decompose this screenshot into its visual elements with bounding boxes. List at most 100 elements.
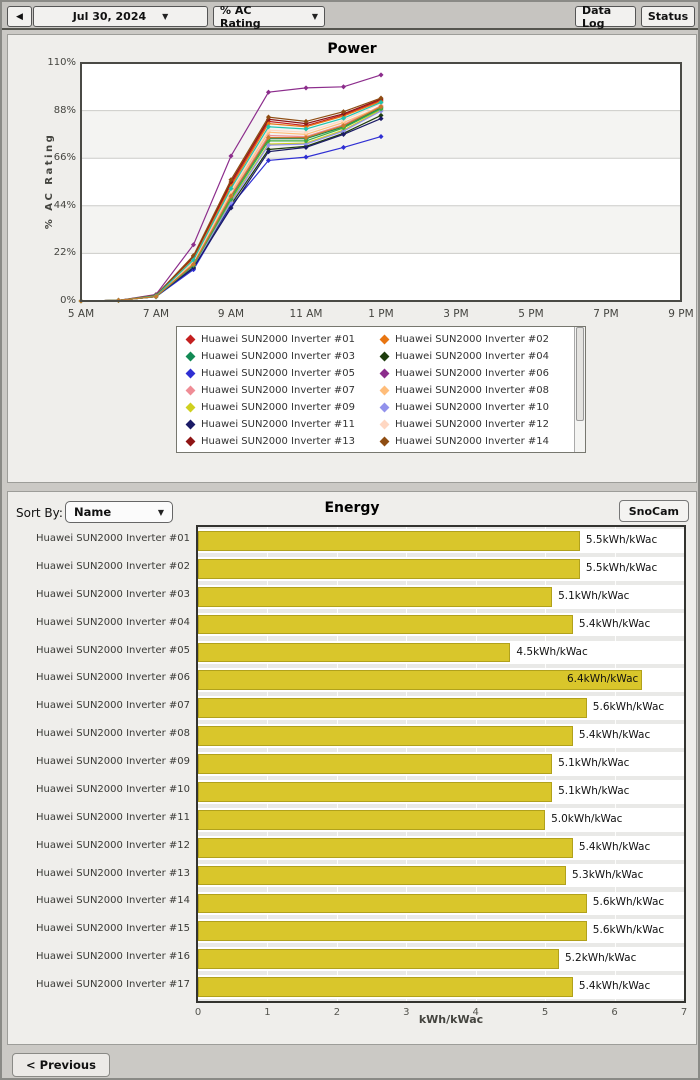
bar-value-label: 5.1kWh/kWac (558, 757, 630, 769)
bar-value-label: 5.5kWh/kWac (585, 533, 658, 546)
legend-label: Huawei SUN2000 Inverter #08 (395, 385, 549, 396)
toolbar: ◀ Jul 30, 2024 ▼ % AC Rating ▼ Data Log … (2, 2, 698, 30)
legend-grid: Huawei SUN2000 Inverter #01 Huawei SUN200… (183, 331, 571, 450)
energy-bar[interactable] (198, 893, 587, 914)
energy-bar[interactable] (198, 558, 580, 579)
legend-item[interactable]: Huawei SUN2000 Inverter #03 (183, 348, 377, 365)
prev-day-button[interactable]: ◀ (7, 6, 32, 27)
power-panel: Power % AC Rating 0% 22% 44% 66% 88% 110% 5 A… (7, 34, 697, 483)
x-tick-label: 7 PM (593, 308, 618, 320)
legend-item[interactable]: Huawei SUN2000 Inverter #05 (183, 365, 377, 382)
date-dropdown[interactable]: Jul 30, 2024 ▼ (33, 6, 208, 27)
legend-label: Huawei SUN2000 Inverter #11 (201, 419, 355, 430)
inverter-row-label: Huawei SUN2000 Inverter #04 (36, 616, 190, 628)
legend-item[interactable]: Huawei SUN2000 Inverter #13 (183, 433, 377, 450)
power-chart-title: Power (327, 41, 377, 57)
bar-value-label: 5.4kWh/kWac (578, 617, 651, 630)
legend-scrollbar[interactable] (574, 327, 585, 452)
energy-chart-title: Energy (324, 500, 380, 516)
inverter-row-label: Huawei SUN2000 Inverter #03 (36, 588, 190, 600)
legend-label: Huawei SUN2000 Inverter #13 (201, 436, 355, 447)
energy-bar[interactable] (198, 921, 587, 942)
snocam-button[interactable]: SnoCam (618, 500, 689, 522)
energy-bar[interactable] (198, 586, 553, 607)
previous-button[interactable]: < Previous (12, 1053, 110, 1077)
x-tick-label: 7 AM (143, 308, 169, 320)
inverter-row-label: Huawei SUN2000 Inverter #13 (36, 867, 190, 879)
inverter-row-label: Huawei SUN2000 Inverter #01 (36, 532, 190, 544)
energy-bar[interactable] (198, 531, 580, 551)
legend-label: Huawei SUN2000 Inverter #02 (395, 334, 549, 345)
legend-item[interactable]: Huawei SUN2000 Inverter #06 (377, 365, 571, 382)
energy-bar[interactable] (198, 642, 511, 663)
data-log-button[interactable]: Data Log (575, 4, 636, 30)
legend-label: Huawei SUN2000 Inverter #03 (201, 351, 355, 362)
plot-band (81, 253, 681, 301)
legend-item[interactable]: Huawei SUN2000 Inverter #01 (183, 331, 377, 348)
legend-marker-icon (379, 351, 390, 362)
legend-label: Huawei SUN2000 Inverter #05 (201, 368, 355, 379)
legend-item[interactable]: Huawei SUN2000 Inverter #12 (377, 416, 571, 433)
energy-bar-chart: 5.5kWh/kWac 5.5kWh/kWac 5.1kWh/kWac 5.4kWh/… (196, 525, 686, 1003)
inverter-row-label: Huawei SUN2000 Inverter #15 (36, 923, 190, 935)
metric-label: % AC Rating (220, 3, 261, 30)
x-tick-label: 5 PM (518, 308, 543, 320)
metric-dropdown[interactable]: % AC Rating ▼ (213, 3, 325, 30)
energy-bar[interactable] (198, 949, 559, 970)
inverter-row-label: Huawei SUN2000 Inverter #16 (36, 951, 190, 963)
bar-value-label: 5.4kWh/kWac (578, 980, 651, 993)
legend-item[interactable]: Huawei SUN2000 Inverter #02 (377, 331, 571, 348)
energy-bar[interactable] (198, 865, 566, 886)
energy-bar[interactable] (198, 809, 546, 830)
energy-bar[interactable] (198, 754, 553, 774)
x-tick-label: 3 PM (443, 308, 468, 320)
inverter-row-label: Huawei SUN2000 Inverter #07 (36, 700, 190, 712)
x-tick-label: 6 (611, 1007, 618, 1018)
status-button[interactable]: Status (641, 6, 695, 27)
energy-bar[interactable] (198, 977, 573, 997)
legend-scrollbar-thumb[interactable] (576, 327, 584, 421)
energy-bar[interactable] (198, 726, 573, 747)
energy-bar[interactable] (198, 614, 573, 635)
inverter-row-label: Huawei SUN2000 Inverter #12 (36, 839, 190, 851)
legend-item[interactable]: Huawei SUN2000 Inverter #09 (183, 399, 377, 416)
x-tick-label: 9 PM (668, 308, 693, 320)
bar-value-label: 5.6kWh/kWac (592, 701, 665, 714)
inverter-row-label: Huawei SUN2000 Inverter #10 (36, 783, 190, 795)
x-tick-label: 7 (680, 1007, 688, 1018)
bar-value-label: 5.4kWh/kWac (578, 729, 651, 742)
energy-bar[interactable] (198, 781, 553, 802)
energy-bar[interactable] (198, 698, 587, 719)
legend-item[interactable]: Huawei SUN2000 Inverter #07 (183, 382, 377, 399)
legend-item[interactable]: Huawei SUN2000 Inverter #10 (377, 399, 571, 416)
power-y-axis-label: % AC Rating (44, 132, 55, 230)
bar-value-label: 5.1kWh/kWac (558, 784, 630, 797)
legend-item[interactable]: Huawei SUN2000 Inverter #14 (377, 433, 571, 450)
legend-item[interactable]: Huawei SUN2000 Inverter #04 (377, 348, 571, 365)
legend-label: Huawei SUN2000 Inverter #09 (201, 402, 355, 413)
x-tick-label: 11 AM (290, 308, 323, 320)
bar-value-label: 4.5kWh/kWac (516, 645, 588, 658)
legend-item[interactable]: Huawei SUN2000 Inverter #11 (183, 416, 377, 433)
inverter-row-label: Huawei SUN2000 Inverter #17 (36, 979, 190, 991)
x-tick-label: 1 PM (368, 308, 393, 320)
bar-value-label: 5.2kWh/kWac (565, 952, 637, 965)
legend-marker-icon (185, 368, 196, 379)
bar-value-label: 5.3kWh/kWac (572, 868, 644, 881)
power-line-chart: 5 AM 7 AM 9 AM 11 AM 1 PM 3 PM 5 PM 7 PM 9 PM (68, 62, 694, 320)
bar-value-label: 6.4kWh/kWac (566, 673, 639, 686)
inverter-row-label: Huawei SUN2000 Inverter #14 (36, 895, 190, 907)
legend-marker-icon (379, 402, 390, 413)
legend-label: Huawei SUN2000 Inverter #06 (395, 368, 549, 379)
legend-item[interactable]: Huawei SUN2000 Inverter #08 (377, 382, 571, 399)
legend-marker-icon (379, 334, 390, 345)
inverter-row-label: Huawei SUN2000 Inverter #05 (36, 644, 190, 656)
inverter-row-label: Huawei SUN2000 Inverter #08 (36, 728, 190, 740)
y-tick-label: 22% (53, 247, 76, 259)
energy-bar[interactable] (198, 837, 573, 858)
legend-label: Huawei SUN2000 Inverter #14 (395, 436, 549, 447)
y-tick-label: 110% (47, 57, 76, 68)
legend-label: Huawei SUN2000 Inverter #07 (201, 385, 355, 396)
bar-value-label: 5.0kWh/kWac (551, 812, 623, 825)
legend-marker-icon (185, 351, 196, 362)
